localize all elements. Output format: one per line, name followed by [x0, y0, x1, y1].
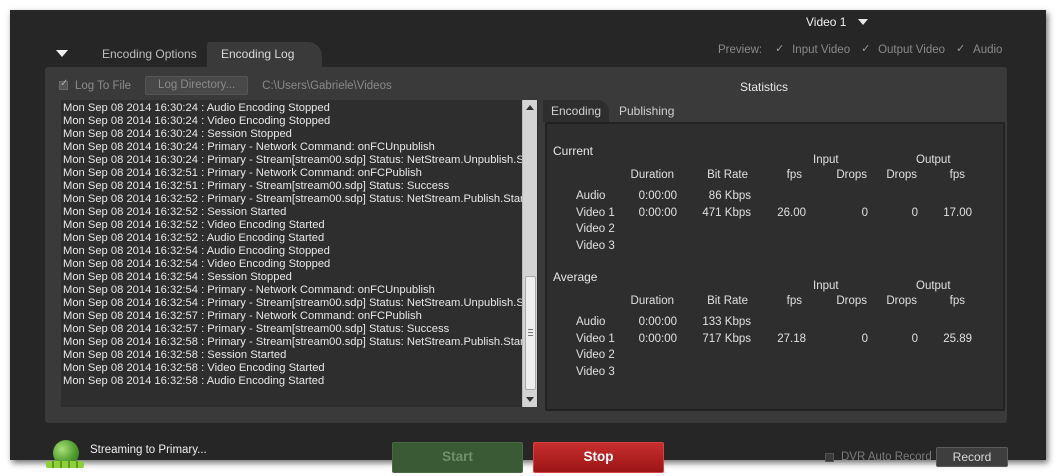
dvr-auto-record[interactable]: DVR Auto Record — [825, 451, 932, 463]
log-line: Mon Sep 08 2014 16:30:24 : Primary - Str… — [63, 154, 536, 166]
log-text-area[interactable]: Mon Sep 08 2014 16:30:24 : Audio Encodin… — [61, 100, 538, 407]
log-line: Mon Sep 08 2014 16:32:54 : Primary - Str… — [63, 297, 536, 309]
log-line: Mon Sep 08 2014 16:30:24 : Audio Encodin… — [63, 102, 330, 114]
stats-cell: 0:00:00 — [638, 206, 677, 219]
checkbox-icon[interactable] — [861, 42, 872, 55]
log-line: Mon Sep 08 2014 16:32:52 : Audio Encodin… — [63, 232, 325, 244]
tab-stats-publishing[interactable]: Publishing — [619, 100, 674, 122]
log-scrollbar[interactable] — [522, 100, 537, 407]
log-directory-button[interactable]: Log Directory... — [145, 76, 249, 95]
log-line: Mon Sep 08 2014 16:32:54 : Primary - Net… — [63, 284, 435, 296]
statistics-title: Statistics — [740, 80, 789, 94]
log-line: Mon Sep 08 2014 16:30:24 : Video Encodin… — [63, 115, 331, 127]
tab-encoding-options[interactable]: Encoding Options — [88, 42, 211, 67]
log-lines: Mon Sep 08 2014 16:30:24 : Audio Encodin… — [61, 100, 538, 388]
stats-column-header: Duration — [630, 169, 674, 181]
preview-options: Preview: Input Video Output Video Audio — [718, 42, 1014, 56]
stats-group-output: Output — [916, 280, 951, 292]
streaming-status: Streaming to Primary... — [90, 444, 207, 456]
stats-cell: 86 Kbps — [708, 190, 751, 202]
stats-cell: 17.00 — [943, 206, 972, 219]
stats-column-header: fps — [949, 169, 965, 181]
encoder-window: Video 1 Encoding Options Encoding Log Pr… — [10, 10, 1046, 473]
statistics-tabs: Encoding Publishing — [543, 100, 1003, 122]
checkbox-icon[interactable] — [956, 42, 967, 55]
preview-label: Preview: — [718, 44, 763, 56]
log-line: Mon Sep 08 2014 16:32:54 : Audio Encodin… — [63, 245, 330, 257]
start-button[interactable]: Start — [392, 442, 523, 473]
scrollbar-thumb[interactable] — [525, 276, 536, 390]
preview-audio-label: Audio — [973, 44, 1003, 56]
streaming-activity-icon — [46, 461, 84, 468]
log-line: Mon Sep 08 2014 16:32:57 : Primary - Net… — [63, 310, 422, 322]
grip-icon — [528, 329, 533, 336]
statistics-table: Current Input Output Duration Bit Rate fps Dro… — [547, 124, 1003, 409]
tab-encoding-log[interactable]: Encoding Log — [207, 42, 323, 67]
preview-output-video[interactable]: Output Video — [861, 42, 946, 56]
log-line: Mon Sep 08 2014 16:32:58 : Primary - Str… — [63, 336, 527, 348]
chevron-down-icon[interactable] — [858, 19, 869, 25]
log-toolbar: Log To File Log Directory... C:\Users\Ga… — [59, 76, 392, 95]
stats-row-label: Video 2 — [576, 223, 615, 235]
stats-column-header: fps — [949, 295, 965, 307]
tab-stats-encoding[interactable]: Encoding — [543, 100, 609, 122]
log-to-file-label: Log To File — [75, 79, 132, 92]
stats-cell: 0:00:00 — [638, 332, 677, 345]
stop-button[interactable]: Stop — [533, 442, 664, 473]
stats-row-label: Video 2 — [576, 349, 615, 361]
log-line: Mon Sep 08 2014 16:32:52 : Video Encodin… — [63, 219, 325, 231]
log-line: Mon Sep 08 2014 16:32:52 : Primary - Str… — [63, 193, 527, 205]
log-line: Mon Sep 08 2014 16:32:54 : Session Stopp… — [63, 271, 292, 283]
log-line: Mon Sep 08 2014 16:32:54 : Video Encodin… — [63, 258, 331, 270]
encoding-log-panel: Log To File Log Directory... C:\Users\Ga… — [45, 67, 1007, 423]
log-line: Mon Sep 08 2014 16:32:52 : Session Start… — [63, 206, 287, 218]
stats-cell: 0:00:00 — [638, 190, 677, 202]
collapse-triangle-icon[interactable] — [56, 50, 68, 57]
stats-section-title: Average — [553, 270, 598, 284]
stats-row-label: Video 3 — [576, 239, 615, 252]
log-line: Mon Sep 08 2014 16:32:51 : Primary - Net… — [63, 167, 422, 179]
video-source-label: Video 1 — [806, 15, 847, 29]
log-line: Mon Sep 08 2014 16:30:24 : Session Stopp… — [63, 128, 292, 140]
stats-cell: 0:00:00 — [638, 316, 677, 328]
dvr-auto-record-label: DVR Auto Record — [841, 451, 932, 463]
stats-row-label: Video 3 — [576, 365, 615, 378]
preview-input-video-label: Input Video — [792, 44, 851, 56]
stats-cell: 25.89 — [943, 332, 972, 345]
stats-column-header: Duration — [630, 295, 674, 307]
log-line: Mon Sep 08 2014 16:32:58 : Video Encodin… — [63, 362, 325, 374]
dvr-auto-record-checkbox[interactable] — [825, 452, 834, 462]
log-to-file-checkbox[interactable] — [59, 78, 68, 90]
log-line: Mon Sep 08 2014 16:32:58 : Audio Encodin… — [63, 375, 325, 387]
scroll-down-arrow-icon[interactable] — [526, 397, 534, 402]
stats-group-input: Input — [813, 154, 839, 166]
stats-group-output: Output — [916, 154, 951, 166]
statistics-panel: Current Input Output Duration Bit Rate fps Dro… — [545, 122, 1005, 411]
stats-cell: 133 Kbps — [702, 316, 751, 328]
video-source-select[interactable]: Video 1 — [806, 15, 869, 29]
preview-output-video-label: Output Video — [878, 44, 946, 56]
log-line: Mon Sep 08 2014 16:30:24 : Primary - Net… — [63, 141, 435, 153]
record-button[interactable]: Record — [936, 447, 1008, 467]
checkbox-icon[interactable] — [775, 42, 786, 55]
footer-bar: Streaming to Primary... Start Stop DVR A… — [10, 423, 1046, 473]
log-line: Mon Sep 08 2014 16:32:51 : Primary - Str… — [63, 180, 450, 192]
preview-audio[interactable]: Audio — [956, 42, 1003, 56]
scroll-up-arrow-icon[interactable] — [526, 105, 534, 110]
log-line: Mon Sep 08 2014 16:32:57 : Primary - Str… — [63, 323, 450, 335]
preview-input-video[interactable]: Input Video — [775, 42, 851, 56]
stats-group-input: Input — [813, 280, 839, 292]
log-directory-path: C:\Users\Gabriele\Videos — [262, 79, 392, 92]
log-line: Mon Sep 08 2014 16:32:58 : Session Start… — [63, 349, 287, 361]
stats-section-title: Current — [553, 144, 594, 158]
